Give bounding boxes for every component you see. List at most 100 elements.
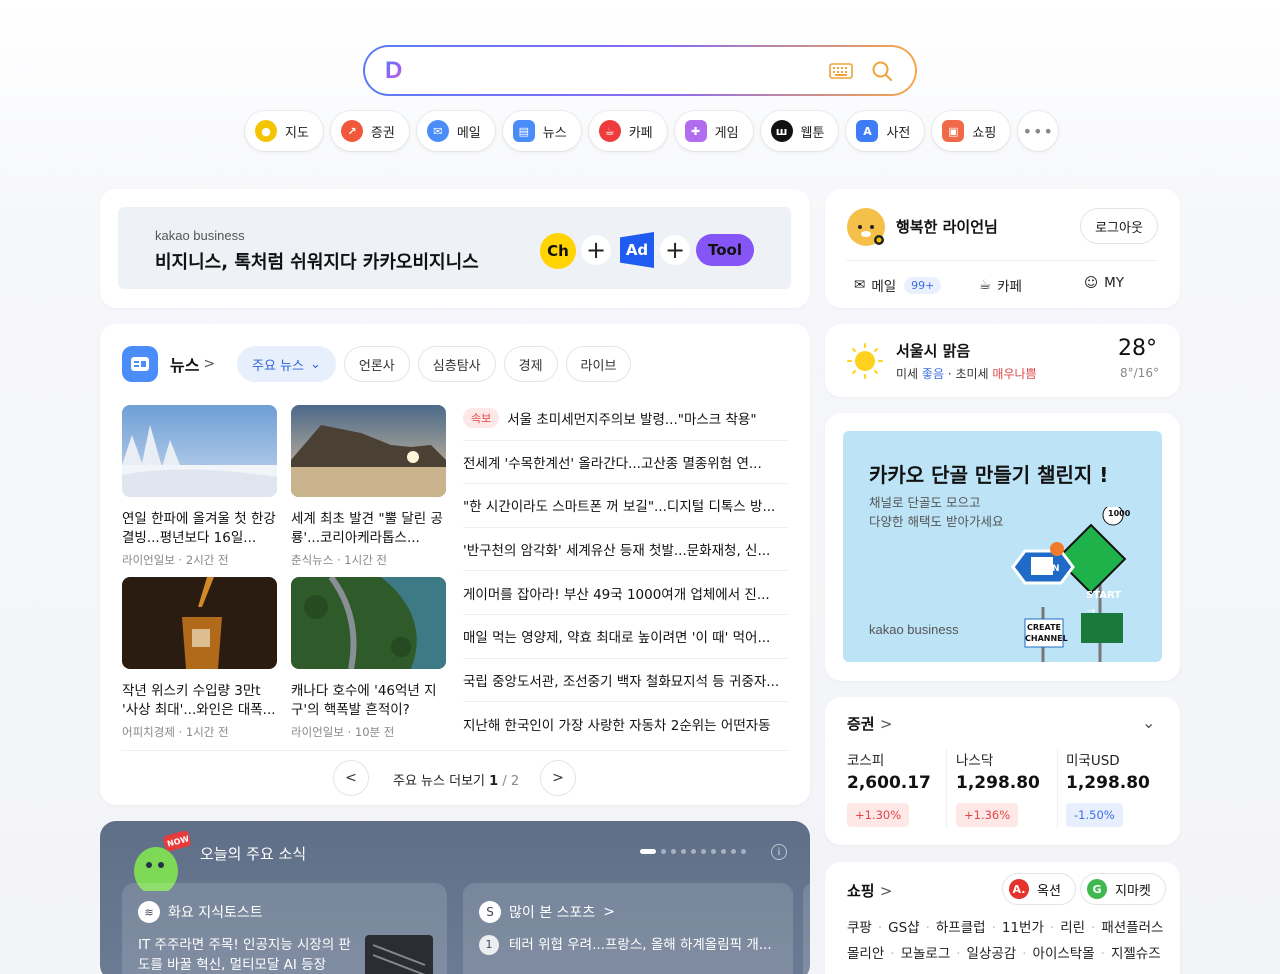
shortcut-news[interactable]: ▤ 뉴스: [502, 111, 581, 151]
carousel-dots[interactable]: [640, 849, 746, 854]
stock-usd[interactable]: 미국USD 1,298.80 -1.50%: [1066, 749, 1166, 827]
keyword-link[interactable]: 쿠팡: [847, 915, 872, 941]
keyword-link[interactable]: 리린: [1060, 915, 1085, 941]
keyword-link[interactable]: 아이스탁몰: [1033, 941, 1095, 967]
shortcut-mail[interactable]: ✉ 메일: [416, 111, 495, 151]
ad-title: 카카오 단골 만들기 챌린지 !: [869, 463, 1109, 487]
logout-button[interactable]: 로그아웃: [1080, 208, 1158, 244]
mail-count-badge: 99+: [904, 276, 942, 294]
more-shortcuts-button[interactable]: •••: [1018, 111, 1059, 151]
news-card-meta: 라이언일보 · 10분 전: [291, 725, 395, 739]
search-input[interactable]: [421, 55, 821, 87]
banner-brand: kakao business: [155, 228, 245, 243]
mail-link[interactable]: ✉ 메일 99+: [854, 275, 942, 295]
channel-badge: Ch: [540, 233, 576, 269]
my-link[interactable]: ☺ MY: [1084, 275, 1124, 291]
news-list-item[interactable]: 게이머를 잡아라! 부산 49국 1000여개 업체에서 진...: [463, 571, 788, 615]
breaking-badge: 속보: [463, 408, 500, 429]
stock-header[interactable]: 증권 >: [847, 713, 892, 734]
search-bar[interactable]: D: [363, 45, 917, 96]
news-list-item[interactable]: 지난해 한국인이 가장 사랑한 자동차 2순위는 어떤자동: [463, 702, 788, 746]
news-thumbnail: [291, 405, 446, 497]
keyboard-icon[interactable]: [829, 62, 853, 80]
news-card-item[interactable]: 세계 최초 발견 "뿔 달린 공룡'...코리아케라톱스... 춘식뉴스 · 1…: [291, 405, 446, 568]
tab-economy[interactable]: 경제: [503, 346, 558, 382]
news-card-item[interactable]: 작년 위스키 수입량 3만t '사상 최대'...와인은 대폭... 어피치경제…: [122, 577, 277, 740]
chevron-right-icon: >: [203, 356, 216, 372]
shortcut-game[interactable]: ✚ 게임: [674, 111, 753, 151]
news-list-item[interactable]: 매일 먹는 영양제, 약효 최대로 높이려면 '이 때' 먹어...: [463, 615, 788, 659]
stock-nasdaq[interactable]: 나스닥 1,298.80 +1.36%: [956, 749, 1056, 827]
game-icon: ✚: [684, 120, 707, 142]
chevron-down-icon[interactable]: ⌄: [1142, 713, 1155, 732]
shortcut-shopping[interactable]: ▣ 쇼핑: [932, 111, 1011, 151]
avatar[interactable]: [846, 207, 886, 247]
cafe-icon: ☕: [598, 120, 621, 142]
cafe-icon: ☕: [979, 277, 992, 293]
news-card-title: 연일 한파에 올겨울 첫 한강 결빙...평년보다 16일...: [122, 511, 276, 546]
news-list: 속보 서울 초미세먼지주의보 발령..."마스크 착용" 전세계 '수목한계선' …: [463, 397, 788, 746]
sports-card[interactable]: S 많이 본 스포츠 > 1 테러 위협 우려...프랑스, 올해 하계올림픽 개..…: [463, 883, 793, 974]
kakao-challenge-ad[interactable]: 카카오 단골 만들기 챌린지 ! 채널로 단골도 모으고 다양한 해택도 받아가세…: [843, 431, 1162, 662]
news-card-item[interactable]: 캐나다 호수에 '46억년 지구'의 핵폭발 흔적이? 라이언일보 · 10분 …: [291, 575, 446, 740]
prev-page-button[interactable]: <: [333, 760, 369, 796]
sports-item[interactable]: 1 테러 위협 우려...프랑스, 올해 하계올림픽 개...: [479, 935, 789, 955]
auction-link[interactable]: A. 옥션: [1002, 873, 1076, 905]
news-list-item[interactable]: 전세계 '수목한계선' 올라간다...고산종 멸종위험 연...: [463, 441, 788, 485]
user-icon: ☺: [1084, 275, 1099, 291]
news-icon: ▤: [512, 120, 535, 142]
keyword-link[interactable]: 몰리안: [847, 941, 884, 967]
stock-chart-icon: ↗: [340, 120, 363, 142]
shortcut-stock[interactable]: ↗ 증권: [330, 111, 409, 151]
shortcut-webtoon[interactable]: ш 웹툰: [760, 111, 839, 151]
news-title: 뉴스: [170, 356, 200, 375]
news-list-item[interactable]: 국립 중앙도서관, 조선중기 백자 철화묘지석 등 귀중자...: [463, 659, 788, 703]
stock-kospi[interactable]: 코스피 2,600.17 +1.30%: [847, 749, 947, 827]
kakao-business-banner[interactable]: kakao business 비지니스, 톡처럼 쉬워지다 카카오비지니스 Ch…: [118, 207, 791, 289]
keyword-link[interactable]: 하프클럽: [936, 915, 986, 941]
keyword-link[interactable]: 모놀로그: [901, 941, 951, 967]
shortcut-cafe[interactable]: ☕ 카페: [588, 111, 667, 151]
news-card-item[interactable]: 연일 한파에 올겨울 첫 한강 결빙...평년보다 16일... 라이언일보 ·…: [122, 405, 277, 568]
shopping-header[interactable]: 쇼핑 >: [847, 880, 892, 901]
news-card-title: 캐나다 호수에 '46억년 지구'의 핵폭발 흔적이?: [291, 683, 437, 718]
next-page-button[interactable]: >: [540, 760, 576, 796]
chevron-down-icon: ⌄: [309, 356, 321, 372]
keyword-link[interactable]: GS샵: [888, 915, 919, 941]
daum-logo[interactable]: D: [385, 58, 409, 83]
chevron-right-icon: >: [879, 715, 893, 733]
keyword-link[interactable]: 패션플러스: [1101, 915, 1163, 941]
news-list-item[interactable]: 속보 서울 초미세먼지주의보 발령..."마스크 착용": [463, 397, 788, 441]
shortcut-map[interactable]: ● 지도: [245, 111, 323, 151]
gmarket-link[interactable]: G 지마켓: [1080, 873, 1166, 905]
layers-icon: ≋: [138, 901, 160, 923]
shopping-bag-icon: ▣: [942, 120, 965, 142]
tab-investigative[interactable]: 심층탐사: [417, 346, 496, 382]
shopping-keywords: 쿠팡 · GS샵 · 하프클럽 · 11번가 · 리린 · 패션플러스 몰리안 · 모놀로그 · 일상공감 ·…: [847, 915, 1167, 967]
knowledge-body: IT 주주라면 주목! 인공지능 시장의 판도를 바꿀 혁신, 멀티모달 AI …: [138, 937, 351, 973]
knowledge-toast-card[interactable]: ≋ 화요 지식토스트 IT 주주라면 주목! 인공지능 시장의 판도를 바꿀 혁신…: [122, 883, 447, 974]
banner-headline: 비지니스, 톡처럼 쉬워지다 카카오비지니스: [155, 252, 479, 273]
keyword-link[interactable]: 지젤슈즈: [1111, 941, 1161, 967]
mail-icon: ✉: [854, 277, 866, 293]
weather-location: 서울시 맑음: [896, 342, 971, 360]
profile-links: ✉ 메일 99+ ☕ 카페 ☺ MY: [846, 260, 1158, 295]
tab-top-news[interactable]: 주요 뉴스 ⌄: [237, 346, 336, 382]
news-list-item[interactable]: "한 시간이라도 스마트폰 꺼 보길"...디지털 디톡스 방...: [463, 484, 788, 528]
keyword-link[interactable]: 11번가: [1002, 915, 1044, 941]
shortcut-dictionary[interactable]: A 사전: [846, 111, 925, 151]
tab-press[interactable]: 언론사: [343, 346, 410, 382]
ad-brand: kakao business: [869, 622, 959, 637]
news-list-item[interactable]: '반구천의 암각화' 세계유산 등재 첫발...문화재청, 신...: [463, 528, 788, 572]
search-icon[interactable]: [871, 60, 893, 82]
info-icon[interactable]: i: [771, 844, 787, 860]
news-thumbnail: [122, 577, 277, 669]
news-header[interactable]: 뉴스 >: [122, 346, 215, 382]
gmarket-icon: G: [1087, 879, 1107, 899]
air-quality: 미세 좋음 · 초미세 매우나쁨: [896, 367, 1037, 381]
keyword-link[interactable]: 일상공감: [967, 941, 1017, 967]
plus-icon: +: [660, 235, 690, 265]
tab-live[interactable]: 라이브: [565, 346, 632, 382]
news-card-title: 작년 위스키 수입량 3만t '사상 최대'...와인은 대폭...: [122, 683, 276, 718]
cafe-link[interactable]: ☕ 카페: [979, 275, 1022, 295]
